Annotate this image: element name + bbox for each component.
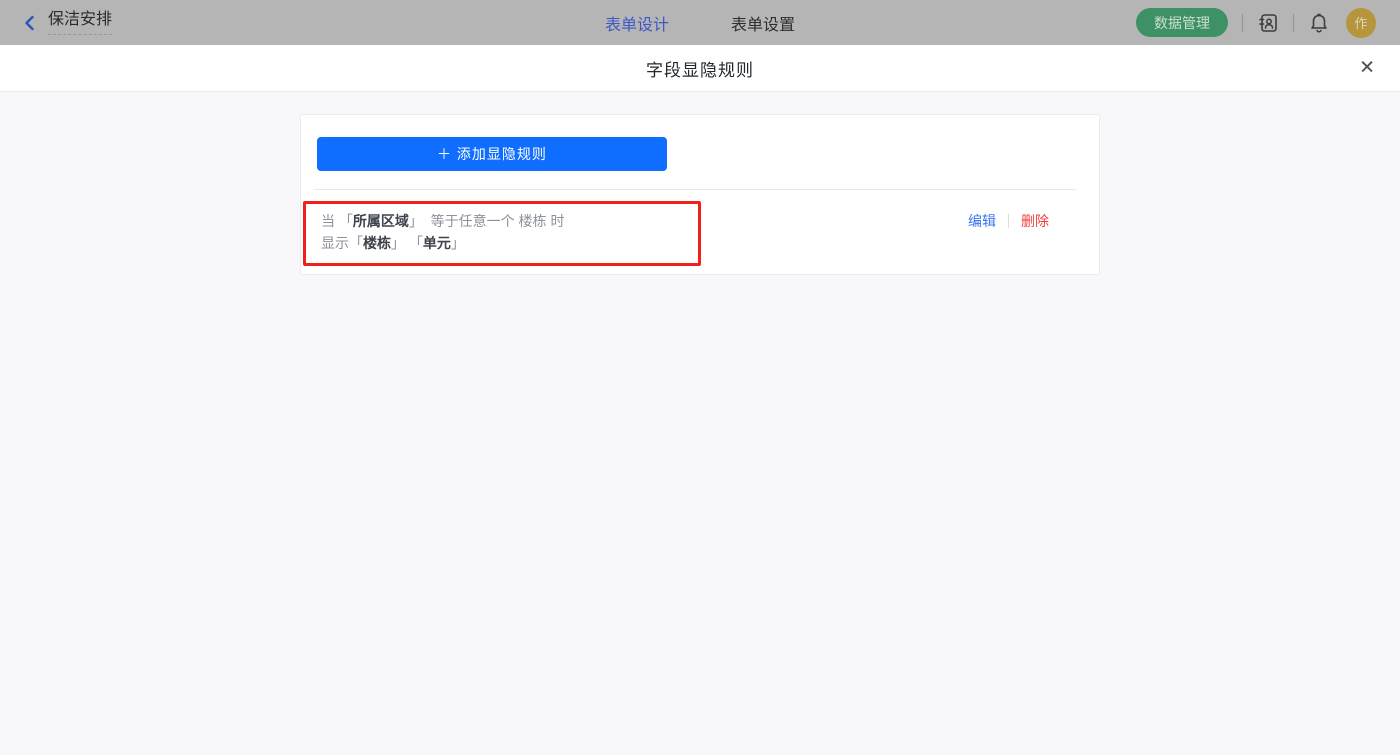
- rule-shown-field: 楼栋: [363, 235, 391, 251]
- delete-link[interactable]: 删除: [1021, 210, 1049, 232]
- rules-card: ＋ 添加显隐规则 当 「所属区域」 等于任意一个 楼栋 时 显示「楼栋」 「单元…: [300, 114, 1100, 275]
- rule-actions: 编辑 删除: [968, 210, 1049, 232]
- bell-icon[interactable]: [1308, 12, 1330, 34]
- modal-header: 字段显隐规则 ✕: [0, 45, 1400, 92]
- topbar-right: 数据管理 作: [1136, 7, 1376, 38]
- edit-link[interactable]: 编辑: [968, 210, 996, 232]
- user-avatar[interactable]: 作: [1346, 7, 1376, 38]
- tab-form-design[interactable]: 表单设计: [605, 11, 669, 35]
- rule-condition-line: 当 「所属区域」 等于任意一个 楼栋 时: [321, 213, 565, 229]
- divider: [1008, 214, 1009, 228]
- address-book-icon[interactable]: [1257, 12, 1279, 34]
- rule-list-item[interactable]: 当 「所属区域」 等于任意一个 楼栋 时 显示「楼栋」 「单元」 编辑 删除: [301, 190, 1099, 254]
- rule-shown-field: 单元: [422, 235, 451, 251]
- rule-field-name: 所属区域: [352, 213, 409, 229]
- close-icon[interactable]: ✕: [1359, 59, 1375, 78]
- tab-form-settings[interactable]: 表单设置: [731, 11, 795, 35]
- divider: [1293, 13, 1294, 32]
- modal-title: 字段显隐规则: [646, 60, 754, 80]
- back-button[interactable]: 保洁安排: [22, 10, 113, 35]
- modal-body: ＋ 添加显隐规则 当 「所属区域」 等于任意一个 楼栋 时 显示「楼栋」 「单元…: [0, 92, 1400, 755]
- topbar: 保洁安排 表单设计 表单设置 数据管理 作: [0, 0, 1400, 45]
- chevron-left-icon: [25, 15, 34, 30]
- header-tabs: 表单设计 表单设置: [605, 11, 795, 35]
- divider: [1242, 13, 1243, 32]
- data-manage-button[interactable]: 数据管理: [1136, 8, 1228, 37]
- page-title: 保洁安排: [48, 10, 113, 35]
- rule-description: 当 「所属区域」 等于任意一个 楼栋 时 显示「楼栋」 「单元」: [321, 210, 564, 254]
- rule-result-line: 显示「楼栋」 「单元」: [321, 235, 465, 251]
- add-rule-button[interactable]: ＋ 添加显隐规则: [317, 137, 667, 171]
- avatar-initial: 作: [1354, 16, 1368, 31]
